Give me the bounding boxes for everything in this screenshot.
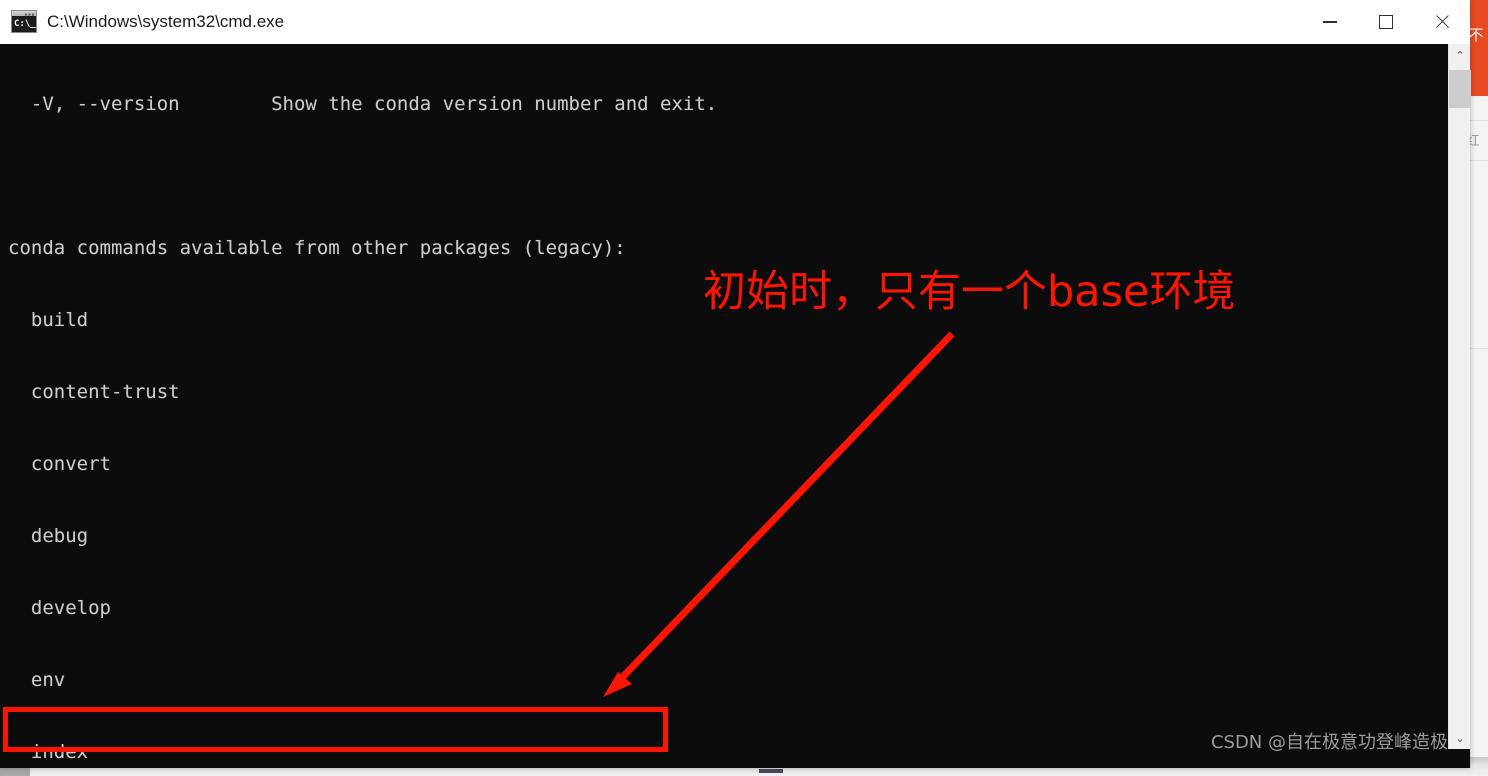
console-line: content-trust [8, 381, 180, 403]
scroll-up-arrow-icon[interactable]: ⌃ [1449, 44, 1471, 66]
console-line: develop [8, 597, 111, 619]
console-text: -V, --version Show the conda version num… [8, 44, 717, 768]
taskbar-item-bottom [759, 769, 783, 773]
console-line: -V, --version Show the conda version num… [8, 93, 718, 115]
maximize-icon [1379, 15, 1393, 29]
maximize-button[interactable] [1358, 0, 1414, 44]
title-bar[interactable]: ▪▪▪ C:\_ C:\Windows\system32\cmd.exe [0, 0, 1470, 44]
minimize-icon [1323, 21, 1337, 23]
watermark: CSDN @自在极意功登峰造极 [1210, 732, 1448, 753]
window-title: C:\Windows\system32\cmd.exe [47, 11, 285, 31]
annotation-note: 初始时，只有一个base环境 [703, 267, 1236, 317]
scrollbar-thumb[interactable] [1449, 70, 1471, 108]
screen: on 目入 C 言 不 红 ▪▪▪ C:\_ C:\Windows\system… [0, 0, 1488, 776]
window-controls [1302, 0, 1470, 44]
cmd-icon-prompt: C:\_ [12, 16, 36, 32]
close-button[interactable] [1414, 0, 1470, 44]
annotation-highlight-box [3, 707, 668, 752]
console-line: build [8, 309, 89, 331]
console-horizontal-scrollbar[interactable] [0, 762, 1470, 768]
minimize-button[interactable] [1302, 0, 1358, 44]
console-line: convert [8, 453, 111, 475]
console-output-area[interactable]: -V, --version Show the conda version num… [0, 44, 1470, 768]
close-icon [1434, 14, 1450, 30]
scroll-down-arrow-icon[interactable]: ⌄ [1449, 727, 1471, 749]
console-line: env [8, 669, 66, 691]
console-line: conda commands available from other pack… [8, 237, 626, 259]
cmd-window: ▪▪▪ C:\_ C:\Windows\system32\cmd.exe -V,… [0, 0, 1471, 768]
cmd-icon: ▪▪▪ C:\_ [11, 10, 37, 33]
console-vertical-scrollbar[interactable]: ⌃ ⌄ [1448, 44, 1471, 749]
console-line: debug [8, 525, 89, 547]
